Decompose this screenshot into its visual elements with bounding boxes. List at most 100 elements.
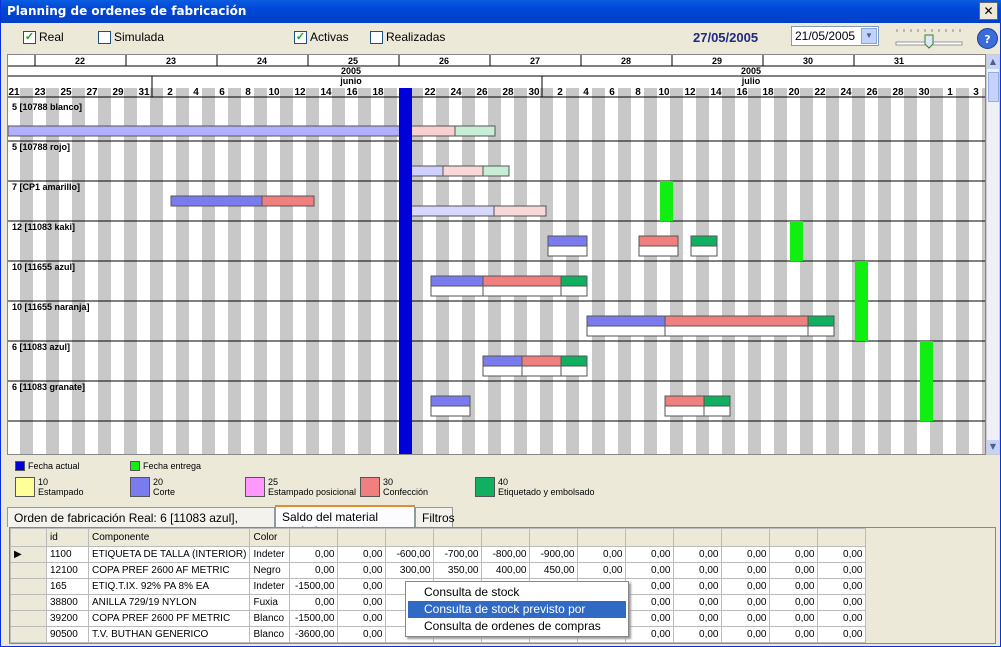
cell-value[interactable]: 350,00: [433, 562, 483, 579]
cell-value[interactable]: 0,00: [625, 546, 675, 563]
cell-value[interactable]: 0,00: [289, 594, 339, 611]
cell-id[interactable]: 12100: [46, 562, 89, 579]
cell-value[interactable]: 0,00: [817, 562, 867, 579]
cell-value[interactable]: 0,00: [817, 578, 867, 595]
cell-value[interactable]: -1500,00: [289, 610, 339, 627]
cell-value[interactable]: 0,00: [337, 562, 387, 579]
cell-component[interactable]: COPA PREF 2600 PF METRIC: [87, 610, 251, 627]
tab-saldo[interactable]: Saldo del material enviado: [275, 505, 415, 538]
cell-value[interactable]: 0,00: [721, 562, 771, 579]
cell-value[interactable]: 0,00: [673, 546, 723, 563]
cell-value[interactable]: -3600,00: [289, 626, 339, 643]
row-selector[interactable]: [10, 626, 47, 643]
cell-value[interactable]: 0,00: [721, 546, 771, 563]
cell-component[interactable]: ANILLA 729/19 NYLON: [87, 594, 251, 611]
menu-item-stock[interactable]: Consulta de stock: [408, 584, 626, 601]
cell-value[interactable]: 0,00: [721, 578, 771, 595]
cell-value[interactable]: 0,00: [769, 546, 819, 563]
cell-value[interactable]: -800,00: [481, 546, 531, 563]
menu-item-ordenes-compras[interactable]: Consulta de ordenes de compras: [408, 618, 626, 635]
cell-value[interactable]: 0,00: [817, 594, 867, 611]
cell-value[interactable]: 0,00: [577, 562, 627, 579]
cell-value[interactable]: 0,00: [673, 626, 723, 643]
grid-header[interactable]: Color: [249, 528, 291, 547]
cell-value[interactable]: -1500,00: [289, 578, 339, 595]
cell-value[interactable]: 0,00: [337, 626, 387, 643]
cell-id[interactable]: 90500: [46, 626, 89, 643]
cell-value[interactable]: 0,00: [337, 594, 387, 611]
scroll-up-icon[interactable]: ▲: [987, 55, 999, 69]
cell-value[interactable]: -600,00: [385, 546, 435, 563]
check-realizadas[interactable]: Realizadas: [370, 30, 445, 44]
cell-value[interactable]: 0,00: [625, 610, 675, 627]
date-picker[interactable]: 21/05/2005 ▼: [791, 26, 879, 46]
check-activas[interactable]: ✓ Activas: [294, 30, 349, 44]
cell-value[interactable]: 0,00: [721, 610, 771, 627]
cell-id[interactable]: 38800: [46, 594, 89, 611]
cell-id[interactable]: 39200: [46, 610, 89, 627]
cell-id[interactable]: 165: [46, 578, 89, 595]
cell-component[interactable]: COPA PREF 2600 AF METRIC: [87, 562, 251, 579]
checkbox-realizadas[interactable]: [370, 30, 383, 44]
cell-value[interactable]: 0,00: [577, 546, 627, 563]
cell-value[interactable]: 0,00: [289, 562, 339, 579]
grid-header[interactable]: id: [46, 528, 89, 547]
checkbox-real[interactable]: ✓: [23, 30, 36, 44]
row-selector[interactable]: [10, 610, 47, 627]
tab-filtros[interactable]: Filtros: [415, 507, 455, 527]
table-row[interactable]: ▶ 1100 ETIQUETA DE TALLA (INTERIOR) Indeter…: [10, 546, 867, 563]
row-selector[interactable]: [10, 578, 47, 595]
cell-value[interactable]: 0,00: [721, 626, 771, 643]
cell-color[interactable]: Blanco: [249, 610, 291, 627]
close-button[interactable]: ✕: [979, 2, 998, 20]
cell-value[interactable]: 0,00: [625, 626, 675, 643]
grid-header[interactable]: Componente: [87, 528, 251, 547]
cell-value[interactable]: 400,00: [481, 562, 531, 579]
check-real[interactable]: ✓ Real: [23, 30, 64, 44]
cell-value[interactable]: 0,00: [817, 546, 867, 563]
cell-value[interactable]: -900,00: [529, 546, 579, 563]
cell-value[interactable]: 0,00: [337, 578, 387, 595]
cell-component[interactable]: ETIQ.T.IX. 92% PA 8% EA: [87, 578, 251, 595]
help-icon[interactable]: ?: [977, 28, 998, 49]
cell-value[interactable]: 0,00: [769, 610, 819, 627]
checkbox-activas[interactable]: ✓: [294, 30, 307, 44]
cell-value[interactable]: -700,00: [433, 546, 483, 563]
cell-color[interactable]: Indeter: [249, 578, 291, 595]
scroll-down-icon[interactable]: ▼: [987, 440, 999, 454]
row-selector[interactable]: [10, 562, 47, 579]
zoom-slider[interactable]: [895, 27, 965, 51]
cell-value[interactable]: 0,00: [289, 546, 339, 563]
cell-value[interactable]: 0,00: [769, 562, 819, 579]
vertical-scrollbar[interactable]: ▲ ▼: [986, 54, 1000, 455]
cell-color[interactable]: Fuxia: [249, 594, 291, 611]
scroll-thumb[interactable]: [988, 72, 999, 102]
cell-value[interactable]: 0,00: [769, 626, 819, 643]
cell-value[interactable]: 0,00: [625, 562, 675, 579]
cell-value[interactable]: 0,00: [769, 578, 819, 595]
cell-value[interactable]: 0,00: [673, 610, 723, 627]
cell-value[interactable]: 0,00: [337, 546, 387, 563]
cell-value[interactable]: 0,00: [337, 610, 387, 627]
cell-value[interactable]: 0,00: [769, 594, 819, 611]
menu-item-stock-previsto[interactable]: Consulta de stock previsto por fechas: [408, 601, 626, 630]
cell-value[interactable]: 0,00: [625, 594, 675, 611]
row-selector[interactable]: [10, 594, 47, 611]
gantt-chart[interactable]: 22 23 24 25 26 27 28 29 30 31 2005 2005 junio julio 21…: [7, 54, 986, 455]
cell-color[interactable]: Indeter: [249, 546, 291, 563]
cell-value[interactable]: 0,00: [817, 610, 867, 627]
cell-value[interactable]: 0,00: [817, 626, 867, 643]
cell-value[interactable]: 0,00: [673, 578, 723, 595]
row-selector[interactable]: ▶: [10, 546, 47, 563]
check-simulada[interactable]: Simulada: [98, 30, 164, 44]
cell-color[interactable]: Blanco: [249, 626, 291, 643]
cell-id[interactable]: 1100: [46, 546, 89, 563]
cell-value[interactable]: 0,00: [673, 594, 723, 611]
cell-value[interactable]: 0,00: [625, 578, 675, 595]
cell-component[interactable]: ETIQUETA DE TALLA (INTERIOR): [87, 546, 251, 563]
chevron-down-icon[interactable]: ▼: [861, 28, 877, 44]
checkbox-simulada[interactable]: [98, 30, 111, 44]
table-row[interactable]: 12100 COPA PREF 2600 AF METRIC Negro 0,00 0,…: [10, 562, 867, 579]
cell-value[interactable]: 300,00: [385, 562, 435, 579]
cell-value[interactable]: 0,00: [721, 594, 771, 611]
